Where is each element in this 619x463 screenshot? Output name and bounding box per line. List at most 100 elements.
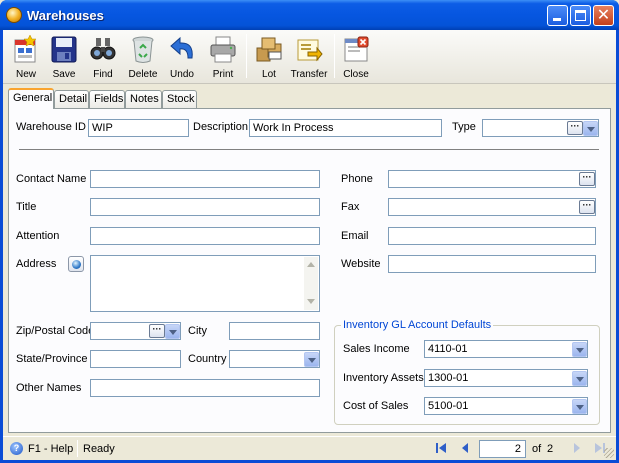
phone-label: Phone [341, 173, 373, 185]
save-button[interactable]: Save [44, 32, 84, 82]
inventory-assets-value: 1300-01 [428, 372, 469, 384]
resize-grip-icon[interactable] [604, 448, 614, 458]
cost-of-sales-value: 5100-01 [428, 400, 469, 412]
type-label: Type [452, 121, 476, 133]
sales-income-dropdown-button[interactable] [572, 342, 587, 357]
contact-name-label: Contact Name [16, 173, 87, 185]
zip-lookup-button[interactable]: ··· [149, 324, 165, 338]
city-input[interactable] [229, 322, 320, 340]
state-input[interactable] [90, 350, 181, 368]
type-lookup-button[interactable]: ··· [567, 121, 583, 135]
lot-boxes-icon [256, 37, 282, 62]
zip-combo[interactable]: ··· [90, 322, 181, 340]
close-label: Close [343, 69, 369, 80]
tab-notes[interactable]: Notes [125, 90, 162, 108]
inventory-assets-label: Inventory Assets [343, 372, 424, 384]
help-text[interactable]: F1 - Help [28, 443, 73, 455]
previous-page-icon[interactable] [459, 442, 471, 454]
binoculars-icon [90, 38, 116, 60]
attention-label: Attention [16, 230, 60, 242]
contact-name-input[interactable] [90, 170, 320, 188]
print-button[interactable]: Print [203, 32, 243, 82]
type-combo[interactable]: ··· [482, 119, 599, 137]
state-label: State/Province [16, 353, 88, 365]
find-button[interactable]: Find [83, 32, 123, 82]
close-button[interactable]: Close [336, 32, 376, 82]
maximize-icon [575, 10, 586, 21]
save-disk-icon [51, 36, 77, 63]
fax-lookup-button[interactable]: ··· [579, 200, 595, 214]
address-textarea[interactable] [90, 255, 320, 312]
email-label: Email [341, 230, 369, 242]
country-dropdown-button[interactable] [304, 352, 319, 367]
phone-input[interactable]: ··· [388, 170, 596, 188]
title-label: Title [16, 201, 37, 213]
type-dropdown-button[interactable] [583, 121, 598, 136]
toolbar: New Save Find Delete Undo Print Lot Tran… [3, 30, 616, 84]
transfer-icon [297, 39, 323, 62]
transfer-label: Transfer [290, 69, 328, 80]
gl-defaults-title: Inventory GL Account Defaults [341, 319, 494, 331]
tab-fields[interactable]: Fields [89, 90, 125, 108]
city-label: City [188, 325, 207, 337]
inventory-assets-dropdown-button[interactable] [572, 371, 587, 386]
other-names-input[interactable] [90, 379, 320, 397]
sales-income-combo[interactable]: 4110-01 [424, 340, 588, 358]
zip-dropdown-button[interactable] [165, 324, 180, 339]
cost-of-sales-combo[interactable]: 5100-01 [424, 397, 588, 415]
new-document-icon [14, 34, 37, 63]
first-page-icon[interactable] [435, 442, 447, 454]
address-scrollbar[interactable] [304, 257, 318, 310]
website-label: Website [341, 258, 381, 270]
scroll-up-icon[interactable] [305, 259, 317, 271]
status-text: Ready [83, 443, 115, 455]
warehouse-id-label: Warehouse ID [16, 121, 86, 133]
map-globe-icon[interactable] [68, 256, 84, 272]
window-title: Warehouses [27, 8, 104, 23]
gl-defaults-group: Inventory GL Account Defaults Sales Inco… [334, 319, 600, 425]
close-form-icon [344, 36, 369, 62]
close-window-button[interactable]: ✕ [593, 5, 614, 26]
tab-detail[interactable]: Detail [54, 90, 89, 108]
printer-icon [210, 36, 236, 63]
undo-button[interactable]: Undo [162, 32, 202, 82]
transfer-button[interactable]: Transfer [289, 32, 329, 82]
zip-label: Zip/Postal Code [16, 325, 95, 337]
undo-arrow-icon [170, 36, 193, 59]
minimize-button[interactable] [547, 5, 568, 26]
email-input[interactable] [388, 227, 596, 245]
minimize-icon [553, 18, 561, 21]
cost-of-sales-label: Cost of Sales [343, 400, 409, 412]
tab-general[interactable]: General [8, 88, 54, 109]
tab-stock[interactable]: Stock [162, 90, 197, 108]
warehouse-id-input[interactable]: WIP [88, 119, 189, 137]
title-input[interactable] [90, 198, 320, 216]
scroll-down-icon[interactable] [305, 296, 317, 308]
description-input[interactable]: Work In Process [249, 119, 442, 137]
fax-label: Fax [341, 201, 360, 213]
maximize-button[interactable] [570, 5, 591, 26]
description-label: Description [193, 121, 249, 133]
lot-button[interactable]: Lot [249, 32, 289, 82]
general-tab-panel: Warehouse ID WIP Description Work In Pro… [8, 108, 611, 433]
app-icon [6, 7, 22, 23]
inventory-assets-combo[interactable]: 1300-01 [424, 369, 588, 387]
page-number-input[interactable]: 2 [479, 440, 526, 458]
recycle-bin-icon [132, 36, 154, 63]
phone-lookup-button[interactable]: ··· [579, 172, 595, 186]
other-names-label: Other Names [16, 382, 82, 394]
delete-button[interactable]: Delete [123, 32, 163, 82]
country-combo[interactable] [229, 350, 320, 368]
window-client: New Save Find Delete Undo Print Lot Tran… [3, 30, 616, 460]
website-input[interactable] [388, 255, 596, 273]
page-total: 2 [547, 443, 554, 455]
print-label: Print [212, 69, 234, 80]
title-bar[interactable]: Warehouses ✕ [0, 0, 619, 30]
help-icon[interactable]: ? [10, 442, 23, 455]
close-icon: ✕ [596, 7, 611, 24]
next-page-icon[interactable] [571, 442, 583, 454]
attention-input[interactable] [90, 227, 320, 245]
divider [19, 149, 599, 150]
cost-of-sales-dropdown-button[interactable] [572, 399, 587, 414]
fax-input[interactable]: ··· [388, 198, 596, 216]
